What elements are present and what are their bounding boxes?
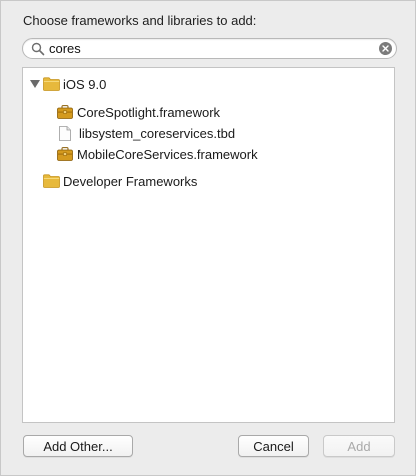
add-other-button[interactable]: Add Other... (23, 435, 133, 457)
search-icon (31, 42, 45, 56)
tree-item-label: MobileCoreServices.framework (77, 146, 258, 162)
tree-item-libsystem-coreservices[interactable]: libsystem_coreservices.tbd (57, 123, 235, 143)
add-frameworks-sheet: Choose frameworks and libraries to add: … (0, 0, 416, 476)
tree-item-mobilecoreservices[interactable]: MobileCoreServices.framework (57, 144, 258, 164)
disclosure-triangle-expanded-icon[interactable] (30, 79, 40, 89)
framework-icon (57, 147, 73, 161)
document-icon (59, 125, 71, 141)
search-field[interactable] (22, 38, 397, 59)
cancel-button[interactable]: Cancel (238, 435, 309, 457)
folder-icon (43, 174, 60, 188)
tree-item-label: libsystem_coreservices.tbd (79, 125, 236, 141)
dialog-prompt: Choose frameworks and libraries to add: (23, 13, 257, 28)
tree-item-corespotlight[interactable]: CoreSpotlight.framework (57, 102, 220, 122)
add-button[interactable]: Add (323, 435, 395, 457)
tree-item-label: CoreSpotlight.framework (77, 104, 221, 120)
framework-icon (57, 105, 73, 119)
tree-group-developer-frameworks[interactable]: Developer Frameworks (43, 171, 197, 191)
clear-search-icon[interactable] (379, 42, 392, 55)
framework-list[interactable]: iOS 9.0 CoreSpotlight.framework libsyste… (22, 67, 395, 423)
tree-group-label: iOS 9.0 (63, 76, 107, 92)
folder-icon (43, 77, 60, 91)
search-input[interactable] (49, 40, 369, 57)
tree-group-ios[interactable]: iOS 9.0 (30, 74, 106, 94)
tree-group-label: Developer Frameworks (63, 173, 198, 189)
